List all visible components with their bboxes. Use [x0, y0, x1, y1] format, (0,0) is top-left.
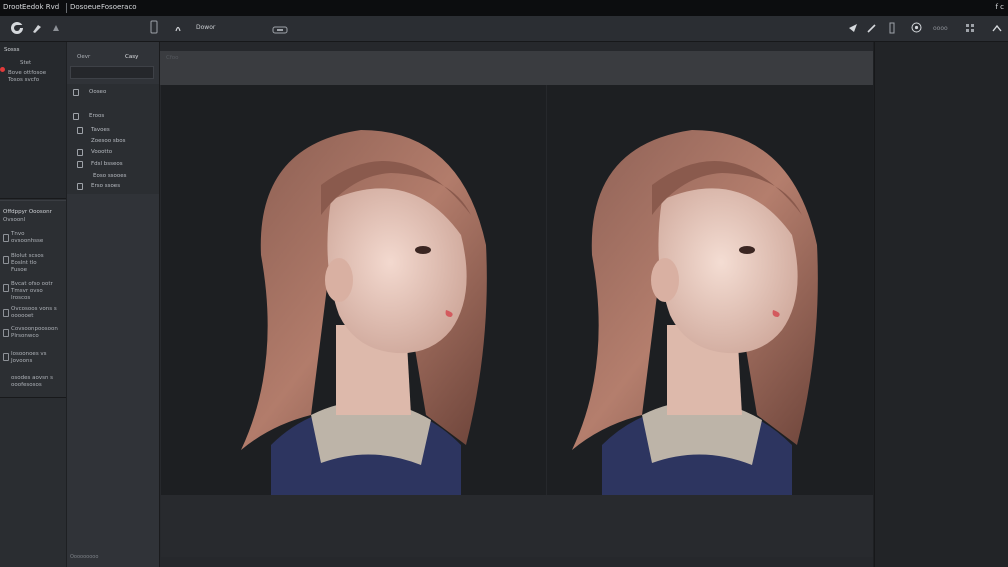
property-line-0[interactable]: Tnvo — [11, 231, 24, 237]
property-line-11[interactable]: Plrsonwco — [11, 333, 39, 339]
panel-toggle-icon[interactable] — [889, 22, 895, 34]
properties-subtitle: Ovsoonl — [3, 217, 26, 223]
item-icon — [3, 353, 9, 361]
portrait-image-left — [241, 130, 487, 495]
record-indicator-icon[interactable] — [0, 67, 5, 72]
property-line-14[interactable]: osodes aovsn s — [11, 375, 53, 381]
brush-icon[interactable] — [174, 22, 182, 32]
item-icon — [3, 309, 9, 317]
item-icon — [3, 329, 9, 337]
layers-tab[interactable]: Casy — [125, 54, 138, 60]
property-line-2[interactable]: Blolut scsos — [11, 253, 44, 259]
property-line-1[interactable]: ovsoonhsse — [11, 238, 43, 244]
layer-label: Zoesoo sbos — [91, 138, 126, 144]
menu-bar: Droot Eedok Rvd Dosoeue Fosoeraco f c — [0, 0, 1008, 16]
layer-row[interactable]: Fdsl bsseos — [67, 158, 159, 170]
chevron-up-icon[interactable] — [992, 24, 1002, 32]
hand-tool-icon[interactable] — [52, 24, 60, 32]
layer-list: Ooseo Eroos Tavoes Zoesoo sbos Voootto F… — [67, 84, 159, 194]
menu-item-3[interactable]: Fosoeraco — [101, 3, 137, 11]
canvas-top-strip: Cfoo — [160, 51, 873, 85]
document-left[interactable] — [161, 85, 546, 495]
toolbar-status: oooo — [933, 25, 948, 32]
layer-row[interactable]: Erso ssoes — [67, 180, 159, 192]
property-line-15[interactable]: ooofesosos — [11, 382, 42, 388]
layer-icon — [77, 149, 83, 156]
property-line-13[interactable]: Jovoons — [11, 358, 32, 364]
property-line-5[interactable]: Bvcat ofso ootr — [11, 281, 53, 287]
globe-icon[interactable] — [911, 22, 922, 33]
canvas-lower-area — [161, 495, 873, 557]
item-icon — [3, 284, 9, 292]
document-icon[interactable] — [150, 20, 158, 34]
menu-separator — [66, 3, 67, 13]
properties-title: Offdppyr Ooosonr — [3, 209, 52, 215]
menu-item-1[interactable]: Eedok Rvd — [22, 3, 59, 11]
layer-row[interactable]: Eroos — [67, 110, 159, 122]
toolbar: Dowor oooo — [0, 16, 1008, 42]
layer-search-input[interactable] — [70, 66, 154, 79]
item-icon — [3, 234, 9, 242]
layer-label: Tavoes — [91, 127, 110, 133]
layer-label: Ooseo — [89, 89, 107, 95]
layer-label: Eoso ssooes — [93, 173, 127, 179]
tools-panel: Sosss Stet Bove ottfosoe Tosos svcfo — [0, 42, 66, 199]
tools-panel-title: Sosss — [4, 47, 20, 53]
layers-title: Oevr — [77, 54, 91, 60]
property-line-4[interactable]: Fusoe — [11, 267, 27, 273]
tools-line-0: Bove ottfosoe — [8, 70, 47, 76]
layer-row[interactable]: Voootto — [67, 146, 159, 158]
property-line-12[interactable]: Iosoonoes vs — [11, 351, 47, 357]
layers-header: Oevr Casy — [67, 46, 159, 64]
item-icon — [3, 256, 9, 264]
layers-footer: Ooooooooo — [70, 554, 99, 560]
document-right[interactable] — [547, 85, 873, 495]
pin-icon[interactable] — [848, 23, 858, 33]
portrait-image-right — [572, 130, 818, 495]
layer-icon — [77, 161, 83, 168]
canvas-strip-label: Cfoo — [166, 55, 179, 61]
layer-icon — [73, 113, 79, 120]
right-panel — [874, 42, 1008, 567]
layer-icon — [77, 183, 83, 190]
toggle-icon[interactable] — [272, 26, 288, 34]
tools-panel-subtitle: Stet — [20, 60, 32, 66]
app-logo-icon[interactable] — [10, 21, 24, 35]
layer-icon — [73, 89, 79, 96]
pen-tool-icon[interactable] — [31, 22, 43, 34]
layer-label: Erso ssoes — [91, 183, 121, 189]
layer-label: Eroos — [89, 113, 105, 119]
layer-icon — [77, 127, 83, 134]
properties-panel: Offdppyr Ooosonr Ovsoonl Tnvo ovsoonhsse… — [0, 200, 66, 398]
layer-label: Fdsl bsseos — [91, 161, 123, 167]
property-line-3[interactable]: Eoslnt tlo — [11, 260, 37, 266]
property-line-6[interactable]: Tmsvr ovso — [11, 288, 43, 294]
menu-item-2[interactable]: Dosoeue — [70, 3, 101, 11]
menu-item-0[interactable]: Droot — [3, 3, 22, 11]
property-line-9[interactable]: oooooet — [11, 313, 33, 319]
layer-row[interactable]: Ooseo — [67, 86, 159, 98]
property-line-10[interactable]: Covsoonpoosoon — [11, 326, 58, 332]
toolbar-tab-label[interactable]: Dowor — [196, 24, 215, 31]
grid-icon[interactable] — [966, 24, 974, 32]
tools-line-1: Tosos svcfo — [8, 77, 40, 83]
property-line-8[interactable]: Ovcosoos vons s — [11, 306, 57, 312]
property-line-7[interactable]: Iroscos — [11, 295, 30, 301]
pencil-icon[interactable] — [867, 23, 877, 33]
window-controls[interactable]: f c — [995, 3, 1004, 11]
layer-label: Voootto — [91, 149, 113, 155]
